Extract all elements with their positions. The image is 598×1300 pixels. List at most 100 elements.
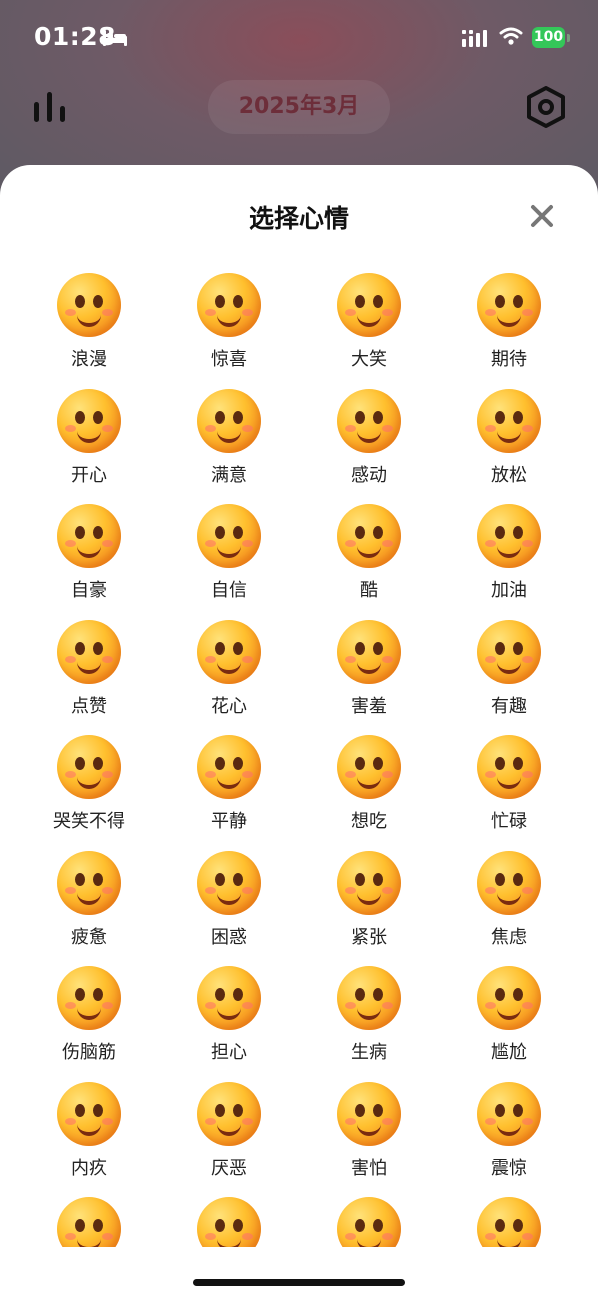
mood-item[interactable]: 忙碌 xyxy=(439,735,579,850)
mood-item[interactable]: 困惑 xyxy=(159,850,299,966)
mood-item[interactable]: 想吃 xyxy=(299,735,439,850)
mood-item[interactable]: 满意 xyxy=(159,388,299,504)
emoji-face-icon xyxy=(197,273,261,337)
emoji-eye xyxy=(93,757,103,770)
mood-item[interactable]: 震惊 xyxy=(439,1081,579,1197)
stats-icon[interactable] xyxy=(32,90,68,128)
mood-item[interactable] xyxy=(19,1197,159,1247)
emoji-eye xyxy=(75,988,85,1001)
emoji-eye xyxy=(373,1219,383,1232)
mood-item[interactable]: 伤脑筋 xyxy=(19,966,159,1081)
close-icon[interactable] xyxy=(526,200,558,232)
mood-item[interactable]: 放松 xyxy=(439,388,579,504)
mood-item[interactable]: 有趣 xyxy=(439,619,579,735)
settings-icon[interactable] xyxy=(526,86,566,132)
mood-item[interactable]: 害怕 xyxy=(299,1081,439,1197)
emoji-eye xyxy=(233,526,243,539)
emoji-eye xyxy=(373,1103,383,1117)
emoji-cheek xyxy=(485,655,496,663)
emoji-eye xyxy=(373,988,383,1001)
mood-label: 尴尬 xyxy=(491,1042,527,1063)
mood-item[interactable]: 大笑 xyxy=(299,273,439,388)
emoji-eye xyxy=(495,1219,505,1232)
emoji-mouth xyxy=(497,542,521,558)
mood-item[interactable]: 自信 xyxy=(159,504,299,619)
emoji-cheek xyxy=(382,540,393,547)
mood-item[interactable] xyxy=(439,1197,579,1247)
emoji-face-icon xyxy=(337,1197,401,1247)
emoji-cheek xyxy=(382,424,393,432)
mood-item[interactable]: 酷 xyxy=(299,504,439,619)
emoji-eye xyxy=(373,641,383,655)
emoji-face-icon xyxy=(477,504,541,568)
mood-item[interactable]: 害羞 xyxy=(299,619,439,735)
emoji-face-icon xyxy=(337,619,401,684)
emoji-mouth xyxy=(497,658,521,674)
emoji-cheek xyxy=(242,1002,253,1009)
emoji-cheek xyxy=(345,655,356,663)
mood-item[interactable]: 尴尬 xyxy=(439,966,579,1081)
mood-item[interactable]: 平静 xyxy=(159,735,299,850)
emoji-cheek xyxy=(242,1117,253,1125)
emoji-eye xyxy=(495,410,505,424)
emoji-cheek xyxy=(102,1002,113,1009)
mood-item[interactable]: 加油 xyxy=(439,504,579,619)
emoji-mouth xyxy=(217,427,241,443)
emoji-face-icon xyxy=(197,619,261,684)
emoji-mouth xyxy=(77,542,101,558)
emoji-cheek xyxy=(382,771,393,778)
emoji-mouth xyxy=(77,427,101,443)
mood-item[interactable]: 紧张 xyxy=(299,850,439,966)
emoji-eye xyxy=(355,641,365,655)
mood-item[interactable] xyxy=(159,1197,299,1247)
emoji-cheek xyxy=(522,540,533,547)
mood-item[interactable]: 感动 xyxy=(299,388,439,504)
mood-item[interactable]: 开心 xyxy=(19,388,159,504)
emoji-cheek xyxy=(522,309,533,316)
mood-item[interactable]: 哭笑不得 xyxy=(19,735,159,850)
mood-item[interactable]: 疲惫 xyxy=(19,850,159,966)
emoji-face-icon xyxy=(477,850,541,915)
mood-item[interactable] xyxy=(299,1197,439,1247)
mood-label: 哭笑不得 xyxy=(53,811,125,832)
mood-item[interactable]: 担心 xyxy=(159,966,299,1081)
emoji-mouth xyxy=(217,889,241,905)
emoji-face-icon xyxy=(477,1081,541,1146)
mood-label: 焦虑 xyxy=(491,926,527,948)
emoji-eye xyxy=(215,410,225,424)
mood-item[interactable]: 厌恶 xyxy=(159,1081,299,1197)
emoji-cheek xyxy=(205,1233,216,1240)
emoji-mouth xyxy=(357,1235,381,1247)
mood-item[interactable]: 浪漫 xyxy=(19,273,159,388)
mood-item[interactable]: 焦虑 xyxy=(439,850,579,966)
emoji-face-icon xyxy=(477,735,541,799)
emoji-cheek xyxy=(242,886,253,894)
emoji-mouth xyxy=(357,542,381,558)
mood-item[interactable]: 自豪 xyxy=(19,504,159,619)
emoji-eye xyxy=(355,295,365,308)
mood-label: 想吃 xyxy=(351,811,387,832)
emoji-eye xyxy=(373,295,383,308)
emoji-mouth xyxy=(217,1004,241,1020)
emoji-mouth xyxy=(497,311,521,327)
emoji-cheek xyxy=(65,1233,76,1240)
mood-item[interactable]: 期待 xyxy=(439,273,579,388)
mood-label: 自豪 xyxy=(71,580,107,601)
emoji-eye xyxy=(373,526,383,539)
month-selector[interactable]: 2025年3月 xyxy=(208,80,390,134)
mood-label: 平静 xyxy=(211,811,247,832)
mood-item[interactable]: 内疚 xyxy=(19,1081,159,1197)
emoji-face-icon xyxy=(197,504,261,568)
emoji-cheek xyxy=(205,771,216,778)
emoji-face-icon xyxy=(197,1081,261,1146)
emoji-cheek xyxy=(205,309,216,316)
mood-item[interactable]: 花心 xyxy=(159,619,299,735)
emoji-eye xyxy=(373,872,383,886)
emoji-cheek xyxy=(382,309,393,316)
mood-item[interactable]: 生病 xyxy=(299,966,439,1081)
emoji-eye xyxy=(215,295,225,308)
emoji-cheek xyxy=(102,771,113,778)
mood-item[interactable]: 点赞 xyxy=(19,619,159,735)
mood-item[interactable]: 惊喜 xyxy=(159,273,299,388)
emoji-cheek xyxy=(382,886,393,894)
